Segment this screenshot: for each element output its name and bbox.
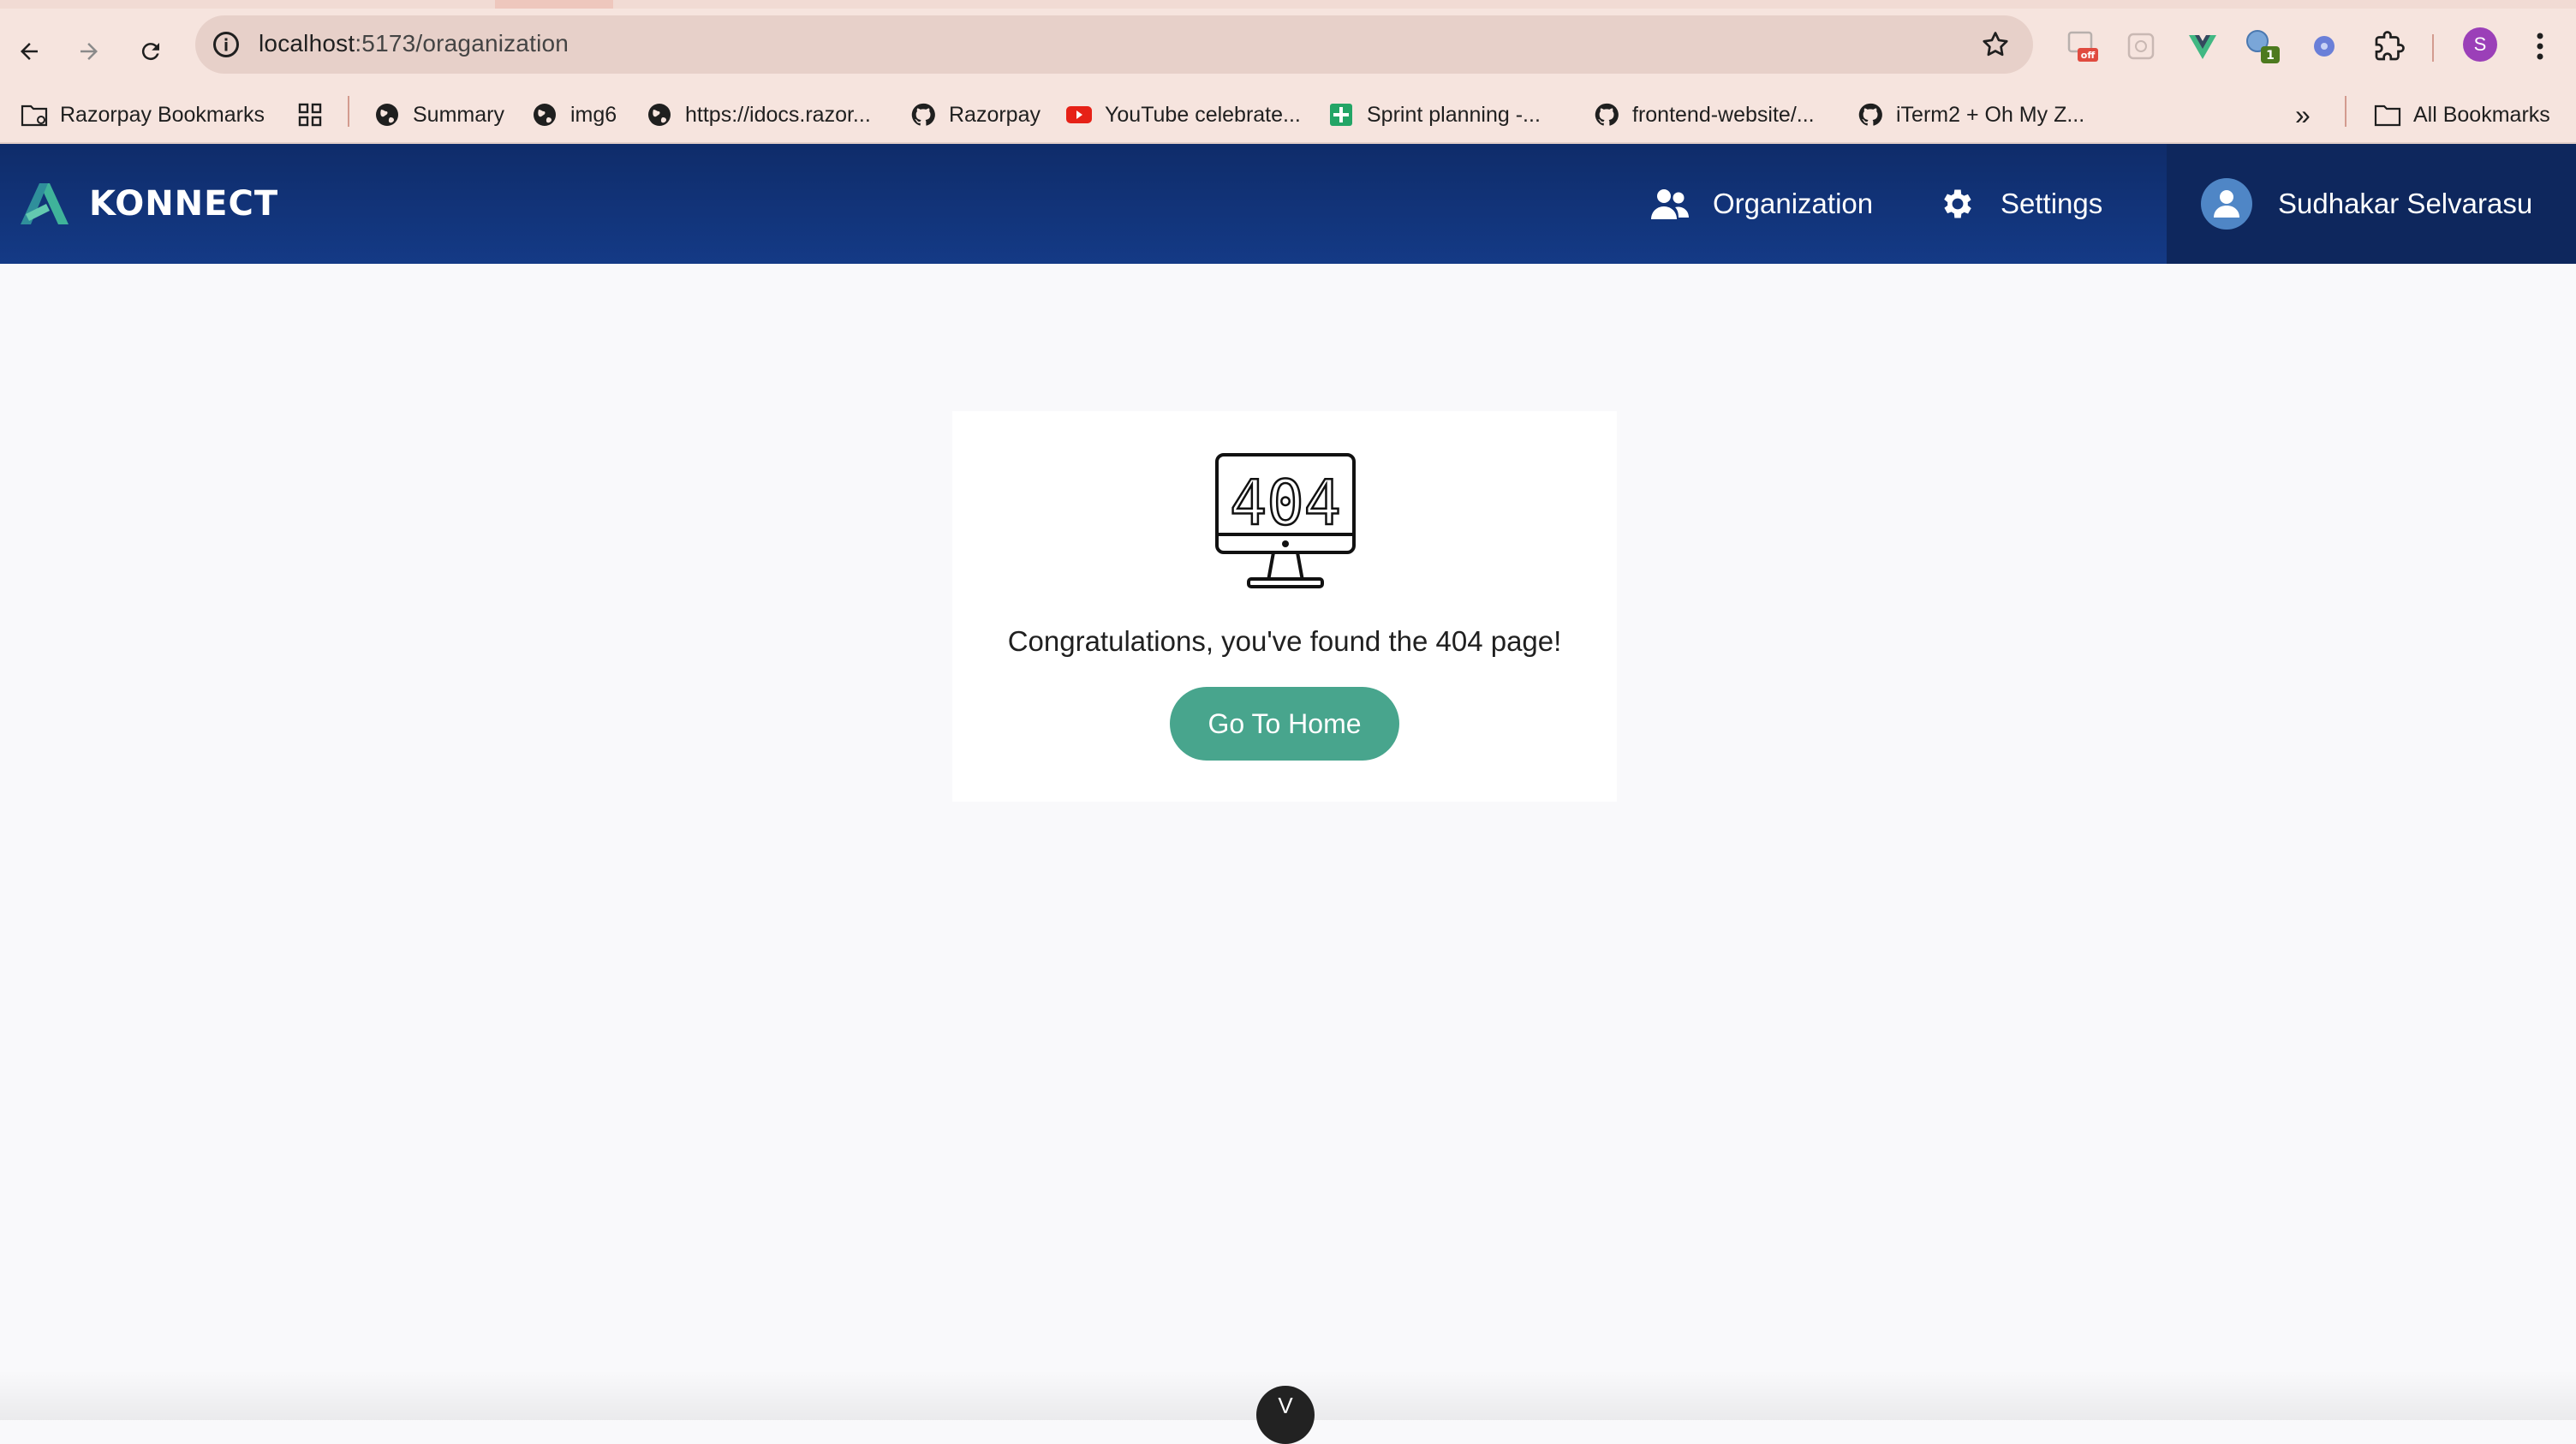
- react-devtools-icon[interactable]: [2305, 27, 2343, 65]
- url-text[interactable]: localhost:5173/oraganization: [259, 30, 569, 57]
- bookmark-label: Razorpay: [949, 102, 1041, 127]
- nav-organization-label: Organization: [1713, 188, 1874, 219]
- bookmark-summary[interactable]: Summary: [373, 87, 504, 142]
- bookmark-label: Summary: [413, 102, 504, 127]
- brand-name: KONNECT: [89, 184, 279, 224]
- bookmark-label: Razorpay Bookmarks: [60, 102, 265, 127]
- bookmark-apps[interactable]: [296, 87, 336, 142]
- reload-icon: [141, 43, 159, 61]
- bookmark-iterm2[interactable]: iTerm2 + Oh My Z...: [1857, 87, 2084, 142]
- github-icon: [1593, 101, 1620, 128]
- bookmarks-divider: [2345, 96, 2346, 127]
- site-info-icon[interactable]: [211, 29, 242, 60]
- puzzle-icon[interactable]: [2370, 27, 2408, 65]
- go-to-home-button[interactable]: Go To Home: [1170, 687, 1399, 761]
- extension-off-icon[interactable]: off: [2064, 27, 2102, 65]
- globe-icon: [531, 101, 558, 128]
- svg-text:off: off: [2081, 50, 2096, 61]
- browser-tab-area[interactable]: [613, 0, 2576, 9]
- users-icon: [1649, 183, 1690, 224]
- bookmark-idocs[interactable]: https://idocs.razor...: [646, 87, 871, 142]
- user-name: Sudhakar Selvarasu: [2278, 188, 2533, 219]
- bookmark-label: YouTube celebrate...: [1105, 102, 1301, 127]
- browser-menu-button[interactable]: [2528, 27, 2552, 65]
- not-found-message: Congratulations, you've found the 404 pa…: [1007, 625, 1562, 657]
- back-button[interactable]: [9, 31, 50, 72]
- nav-settings[interactable]: Settings: [1937, 182, 2102, 226]
- bookmark-razorpay[interactable]: Razorpay: [909, 87, 1041, 142]
- chevron-double-right-icon: »: [2295, 98, 2311, 130]
- user-menu[interactable]: Sudhakar Selvarasu: [2167, 144, 2576, 264]
- extension-globe-icon[interactable]: 1: [2244, 27, 2281, 65]
- profile-avatar[interactable]: S: [2463, 27, 2497, 62]
- bookmark-label: Sprint planning -...: [1367, 102, 1541, 127]
- url-host: localhost: [259, 30, 355, 57]
- app-header: KONNECT Organization Settings Sudhakar S…: [0, 144, 2576, 264]
- github-icon: [1857, 101, 1884, 128]
- all-bookmarks-label: All Bookmarks: [2413, 102, 2550, 127]
- folder-icon: [21, 101, 48, 128]
- bookmarks-divider: [348, 96, 349, 127]
- brand-logo[interactable]: KONNECT: [19, 182, 278, 226]
- vue-devtools-icon[interactable]: [2184, 27, 2221, 65]
- nav-settings-label: Settings: [2001, 188, 2103, 219]
- arrow-left-icon: [21, 43, 38, 60]
- forward-button[interactable]: [69, 31, 110, 72]
- browser-tab[interactable]: [0, 0, 495, 9]
- youtube-icon: [1065, 101, 1093, 128]
- reload-button[interactable]: [130, 31, 171, 72]
- apps-grid-icon: [296, 101, 324, 128]
- bookmark-frontend-website[interactable]: frontend-website/...: [1593, 87, 1815, 142]
- user-avatar-icon: [2201, 178, 2252, 230]
- more-bookmarks-button[interactable]: »: [2295, 87, 2311, 142]
- browser-toolbar: localhost:5173/oraganization off 1 S: [0, 9, 2576, 87]
- bookmark-label: img6: [570, 102, 617, 127]
- floating-devtools-button[interactable]: V: [1256, 1386, 1315, 1444]
- konnect-logo-icon: [21, 183, 69, 224]
- bookmark-label: https://idocs.razor...: [685, 102, 871, 127]
- profile-initial: S: [2473, 33, 2487, 55]
- floating-badge-label: V: [1278, 1393, 1293, 1418]
- illustration-404-text: 404: [1230, 467, 1341, 539]
- bookmark-img6[interactable]: img6: [531, 87, 617, 142]
- toolbar-divider: [2432, 34, 2434, 62]
- tab-strip: [0, 0, 2576, 9]
- github-icon: [909, 101, 937, 128]
- bookmark-label: iTerm2 + Oh My Z...: [1896, 102, 2085, 127]
- svg-text:1: 1: [2266, 49, 2275, 63]
- sheets-icon: [1327, 101, 1355, 128]
- address-bar[interactable]: localhost:5173/oraganization: [195, 15, 2033, 74]
- monitor-404-icon: 404: [1215, 453, 1356, 588]
- gear-icon: [1937, 183, 1978, 224]
- all-bookmarks-button[interactable]: All Bookmarks: [2374, 87, 2550, 142]
- not-found-card: 404 Congratulations, you've found the 40…: [952, 411, 1617, 802]
- globe-icon: [646, 101, 673, 128]
- bookmark-sprint-planning[interactable]: Sprint planning -...: [1327, 87, 1541, 142]
- bookmark-folder-razorpay[interactable]: Razorpay Bookmarks: [21, 87, 265, 142]
- bookmark-youtube[interactable]: YouTube celebrate...: [1065, 87, 1301, 142]
- nav-organization[interactable]: Organization: [1649, 182, 1873, 226]
- bookmark-star-icon[interactable]: [1980, 29, 2011, 60]
- bookmark-label: frontend-website/...: [1632, 102, 1815, 127]
- arrow-right-icon: [80, 43, 98, 60]
- url-path: :5173/oraganization: [355, 30, 569, 57]
- globe-icon: [373, 101, 401, 128]
- folder-icon: [2374, 101, 2401, 128]
- kebab-menu-icon: [2537, 33, 2543, 60]
- extension-grid-icon[interactable]: [2122, 27, 2160, 65]
